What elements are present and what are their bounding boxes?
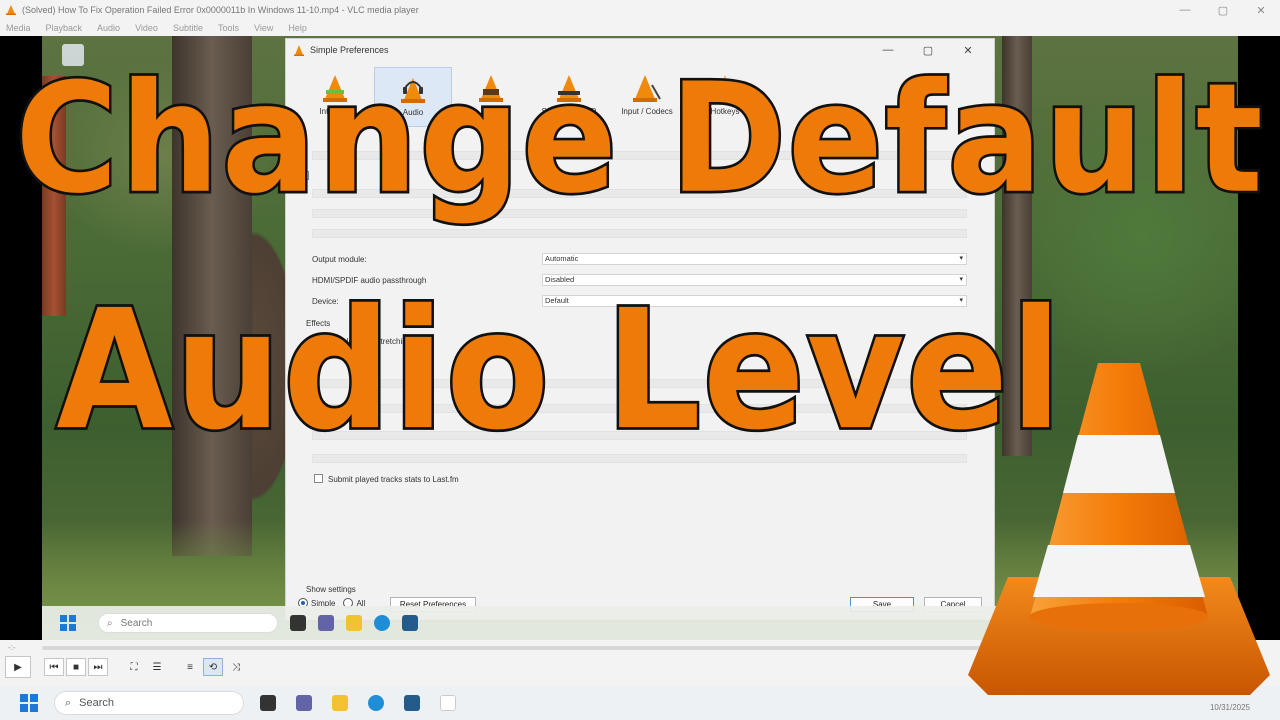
menu-playback[interactable]: Playback	[46, 23, 83, 33]
minimize-icon[interactable]: —	[1166, 0, 1204, 20]
menu-view[interactable]: View	[254, 23, 273, 33]
teams-icon	[318, 615, 334, 631]
next-button[interactable]: ⏭	[88, 658, 108, 676]
vlc-cone-icon	[968, 363, 1270, 695]
previous-button[interactable]: ⏮	[44, 658, 64, 676]
loop-icon[interactable]: ⟲	[203, 658, 223, 676]
output-module-select[interactable]: Automatic	[542, 253, 967, 265]
vlc-app-icon	[6, 5, 16, 15]
start-button-icon[interactable]	[20, 694, 38, 712]
maximize-icon[interactable]: ▢	[1204, 0, 1242, 20]
menu-media[interactable]: Media	[6, 23, 31, 33]
inner-search-placeholder: Search	[120, 617, 153, 629]
store-icon	[402, 615, 418, 631]
window-controls: — ▢ ✕	[1166, 0, 1280, 20]
search-icon: ⌕	[65, 696, 72, 709]
submit-stats-label: Submit played tracks stats to Last.fm	[328, 475, 459, 484]
taskbar-search-placeholder: Search	[79, 697, 115, 709]
window-title: (Solved) How To Fix Operation Failed Err…	[22, 5, 419, 15]
file-explorer-icon	[346, 615, 362, 631]
store-icon[interactable]	[404, 695, 420, 711]
inner-search-box: ⌕ Search	[98, 613, 278, 633]
playlist-icon[interactable]: ≡	[180, 658, 200, 676]
vlc-menubar: Media Playback Audio Video Subtitle Tool…	[0, 20, 1280, 36]
task-view-icon	[290, 615, 306, 631]
stop-button[interactable]: ■	[66, 658, 86, 676]
submit-stats-checkbox[interactable]	[314, 474, 323, 483]
fullscreen-icon[interactable]: ⛶	[124, 658, 144, 676]
elapsed-time-icon: -:-	[8, 643, 16, 652]
settings-row	[312, 229, 967, 238]
vlc-titlebar: (Solved) How To Fix Operation Failed Err…	[0, 0, 1280, 20]
taskbar-search-box[interactable]: ⌕ Search	[54, 691, 244, 715]
close-icon[interactable]: ✕	[1242, 0, 1280, 20]
shuffle-icon[interactable]: ⤨	[226, 658, 246, 676]
menu-video[interactable]: Video	[135, 23, 158, 33]
file-explorer-icon[interactable]	[332, 695, 348, 711]
task-view-icon[interactable]	[260, 695, 276, 711]
vlc-taskbar-icon[interactable]	[440, 695, 456, 711]
menu-help[interactable]: Help	[288, 23, 307, 33]
teams-icon[interactable]	[296, 695, 312, 711]
play-button[interactable]: ▶	[5, 656, 31, 678]
menu-tools[interactable]: Tools	[218, 23, 239, 33]
extended-settings-icon[interactable]: ☰	[147, 658, 167, 676]
edge-icon	[374, 615, 390, 631]
start-icon	[60, 615, 76, 631]
menu-audio[interactable]: Audio	[97, 23, 120, 33]
headline-line-1: Change Default	[13, 51, 1266, 228]
output-module-label: Output module:	[312, 255, 367, 264]
edge-icon[interactable]	[368, 695, 384, 711]
menu-subtitle[interactable]: Subtitle	[173, 23, 203, 33]
search-icon: ⌕	[107, 617, 113, 629]
show-settings-label: Show settings	[306, 585, 356, 594]
